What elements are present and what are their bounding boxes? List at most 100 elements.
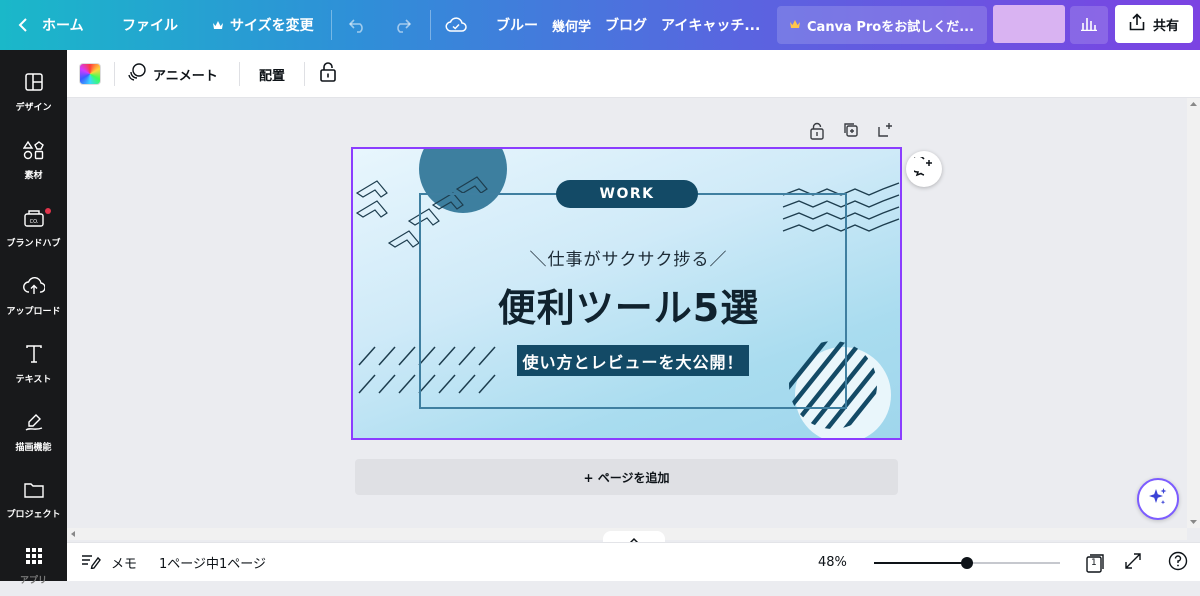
- sidebar-item-label: デザイン: [15, 102, 52, 113]
- title-word: ブルー: [496, 18, 538, 34]
- notes-button[interactable]: メモ: [81, 543, 137, 582]
- crown-icon: [789, 18, 801, 33]
- context-toolbar: アニメート 配置: [67, 50, 1200, 98]
- page-count: 1ページ中1ページ: [159, 543, 266, 582]
- document-title[interactable]: ブルー 幾何学 ブログ アイキャッチ...: [496, 0, 760, 50]
- resize-button[interactable]: サイズを変更: [212, 0, 314, 50]
- magic-assistant-button[interactable]: [1137, 478, 1179, 520]
- avatar[interactable]: [993, 5, 1065, 43]
- zoom-slider-handle[interactable]: [961, 557, 973, 569]
- canva-pro-trial-button[interactable]: Canva Proをお試しくだ...: [777, 6, 987, 44]
- fullscreen-button[interactable]: [1124, 543, 1142, 582]
- scroll-arrows: [1190, 102, 1197, 524]
- apps-icon: [25, 547, 43, 569]
- shapes-icon: [22, 140, 45, 164]
- left-sidebar: デザイン 素材 CO. ブランドハブ アップロード テキスト 描画機能 プロジェ…: [0, 50, 67, 586]
- redo-icon: [392, 17, 412, 33]
- crown-icon: [212, 20, 224, 30]
- add-page-button[interactable]: + ページを追加: [355, 459, 898, 495]
- sidebar-item-design[interactable]: デザイン: [0, 62, 67, 122]
- work-badge[interactable]: WORK: [556, 180, 698, 208]
- share-button[interactable]: 共有: [1115, 5, 1193, 43]
- add-page-label: + ページを追加: [583, 470, 670, 485]
- page-number: 1: [1091, 557, 1097, 568]
- sidebar-item-apps[interactable]: アプリ: [0, 536, 67, 596]
- page-grid-button[interactable]: 1: [1085, 543, 1105, 582]
- add-page-icon[interactable]: [877, 122, 893, 144]
- bar-chart-icon: [1080, 15, 1098, 35]
- divider: [114, 62, 115, 86]
- lock-page-icon[interactable]: [809, 122, 825, 144]
- sparkle-icon: [1147, 486, 1169, 512]
- vertical-scrollbar[interactable]: [1187, 98, 1200, 528]
- save-status-button[interactable]: [445, 0, 467, 50]
- undo-icon: [348, 17, 368, 33]
- sidebar-item-projects[interactable]: プロジェクト: [0, 470, 67, 530]
- folder-icon: [23, 481, 45, 503]
- sidebar-item-brand-hub[interactable]: CO. ブランドハブ: [0, 198, 67, 258]
- sidebar-item-label: 素材: [24, 170, 43, 181]
- upload-icon: [22, 276, 46, 300]
- arrange-label: 配置: [259, 68, 286, 84]
- divider: [304, 62, 305, 86]
- notes-icon: [81, 553, 101, 573]
- home-button[interactable]: ホーム: [18, 0, 84, 50]
- lock-icon: [319, 61, 337, 87]
- share-label: 共有: [1152, 18, 1179, 34]
- page-count-label: 1ページ中1ページ: [159, 557, 267, 572]
- bottom-bar: メモ 1ページ中1ページ 48% 1: [67, 542, 1200, 581]
- duplicate-page-icon[interactable]: [843, 122, 859, 144]
- cloud-check-icon: [445, 17, 467, 33]
- title-word: アイキャッチ...: [661, 18, 761, 34]
- insights-button[interactable]: [1070, 6, 1108, 44]
- pro-trial-label: Canva Proをお試しくだ...: [807, 19, 975, 35]
- zoom-percentage[interactable]: 48%: [818, 543, 847, 582]
- comment-plus-icon: [909, 155, 934, 181]
- file-label: ファイル: [122, 18, 178, 34]
- undo-button[interactable]: [348, 0, 368, 50]
- text-icon: [24, 344, 44, 368]
- notes-label: メモ: [111, 557, 138, 572]
- divider: [239, 62, 240, 86]
- animate-button[interactable]: アニメート: [127, 50, 218, 98]
- title-word: 幾何学: [552, 19, 592, 35]
- arrange-button[interactable]: 配置: [259, 50, 285, 98]
- sidebar-item-label: 描画機能: [15, 442, 52, 453]
- design-tagline[interactable]: 使い方とレビューを大公開！: [517, 345, 749, 376]
- notification-dot: [45, 208, 51, 214]
- redo-button[interactable]: [392, 0, 412, 50]
- zoom-label: 48%: [818, 555, 847, 570]
- background-color-button[interactable]: [79, 63, 101, 85]
- expand-icon: [1124, 552, 1142, 574]
- design-page[interactable]: WORK ＼仕事がサクサク捗る／ 便利ツール5選 使い方とレビューを大公開！: [351, 147, 902, 440]
- draw-icon: [24, 412, 44, 436]
- file-menu-button[interactable]: ファイル: [122, 0, 178, 50]
- svg-text:CO.: CO.: [29, 219, 38, 225]
- share-icon: [1129, 13, 1145, 35]
- pages-icon: 1: [1085, 553, 1105, 573]
- sidebar-item-label: テキスト: [15, 374, 52, 385]
- animate-label: アニメート: [153, 68, 218, 84]
- design-subtitle[interactable]: ＼仕事がサクサク捗る／: [353, 245, 900, 270]
- resize-label: サイズを変更: [230, 18, 314, 34]
- help-icon: [1168, 551, 1188, 575]
- design-title[interactable]: 便利ツール5選: [353, 277, 900, 332]
- zoom-slider[interactable]: [874, 557, 1060, 569]
- top-bar: ホーム ファイル サイズを変更 ブルー 幾何学 ブログ アイキャッチ... Ca…: [0, 0, 1200, 50]
- help-button[interactable]: [1168, 543, 1188, 582]
- layout-icon: [24, 72, 44, 96]
- divider: [430, 10, 431, 40]
- home-label: ホーム: [42, 18, 84, 34]
- chevron-left-icon: [18, 18, 30, 32]
- add-comment-button[interactable]: [906, 151, 942, 187]
- sidebar-item-label: ブランドハブ: [6, 238, 61, 249]
- lock-button[interactable]: [319, 50, 337, 98]
- title-word: ブログ: [605, 18, 648, 34]
- sidebar-item-uploads[interactable]: アップロード: [0, 266, 67, 326]
- sidebar-item-elements[interactable]: 素材: [0, 130, 67, 190]
- sidebar-item-text[interactable]: テキスト: [0, 334, 67, 394]
- sidebar-item-label: アプリ: [19, 575, 47, 586]
- brand-icon: CO.: [23, 208, 45, 232]
- sidebar-item-draw[interactable]: 描画機能: [0, 402, 67, 462]
- zoom-slider-fill: [874, 562, 967, 564]
